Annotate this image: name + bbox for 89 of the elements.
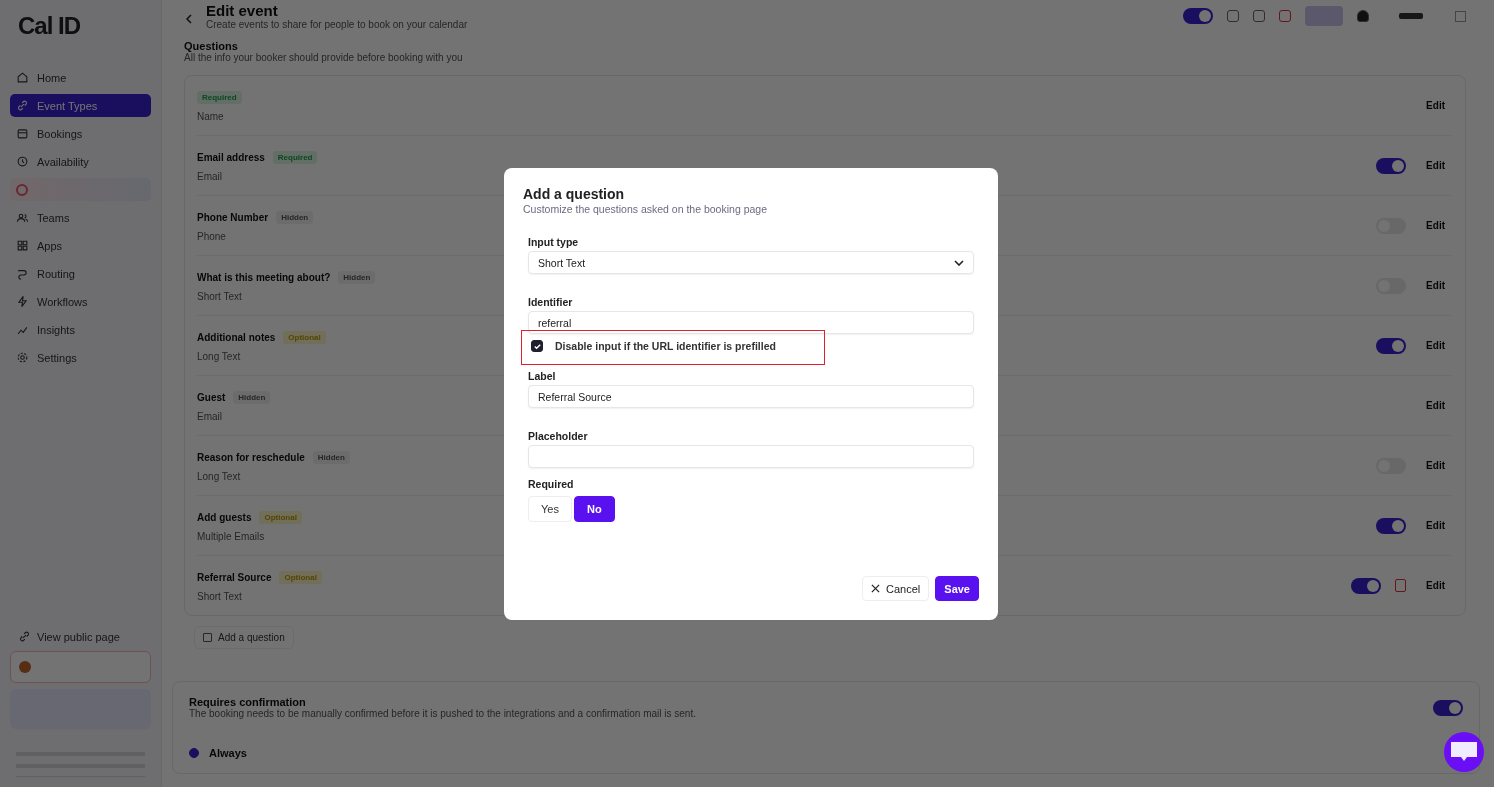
identifier-field[interactable]: referral — [528, 311, 974, 334]
section-description: The booking needs to be manually confirmed before it is pushed to the integrations and a confirmation mail is sent. — [189, 708, 696, 719]
section-description: All the info your booker should provide before booking with you — [184, 52, 464, 63]
toggle-switch[interactable] — [1433, 699, 1463, 716]
dialog-subtitle: Customize the questions asked on the booking page — [523, 203, 768, 215]
status-badge: Required — [272, 150, 318, 164]
nav-item[interactable]: Apps — [10, 234, 151, 257]
status-badge: Optional — [259, 510, 302, 524]
radio-button[interactable] — [189, 748, 199, 758]
nav-item[interactable]: Home — [10, 66, 151, 89]
page-subtitle: Create events to share for people to book on your calendar — [206, 19, 469, 30]
edit-button[interactable]: Edit — [1420, 396, 1451, 415]
question-label: Phone Number — [197, 211, 269, 223]
chevron-down-icon — [954, 259, 964, 266]
toggle-option[interactable]: No — [573, 496, 615, 522]
home-icon — [16, 71, 29, 84]
nav-item[interactable]: Insights — [10, 318, 151, 341]
option-label: Always — [209, 747, 247, 759]
status-badge: Required — [197, 90, 242, 104]
status-badge: Optional — [283, 330, 326, 344]
nav-item[interactable]: Bookings — [10, 122, 151, 145]
edit-button[interactable]: Edit — [1420, 276, 1451, 295]
question-label: Referral Source — [197, 571, 272, 583]
toggle-switch[interactable] — [1376, 337, 1407, 354]
edit-button[interactable]: Edit — [1420, 516, 1451, 535]
settings-icon — [16, 351, 29, 364]
route-icon — [16, 267, 29, 280]
nav-item[interactable]: Teams — [10, 206, 151, 229]
label-field[interactable]: Referral Source — [528, 385, 974, 408]
question-type: Short Text — [197, 591, 243, 602]
question-label: Guest — [197, 391, 226, 403]
edit-button[interactable]: Edit — [1420, 96, 1451, 115]
coin-icon — [19, 661, 31, 673]
question-label: Add guests — [197, 511, 252, 523]
page-title: Edit event — [206, 2, 279, 19]
status-badge: Hidden — [338, 270, 376, 284]
bolt-icon — [16, 295, 29, 308]
nav-item[interactable]: Routing — [10, 262, 151, 285]
question-label: Additional notes — [197, 331, 276, 343]
question-type: Name — [197, 111, 225, 122]
edit-button[interactable]: Edit — [1420, 576, 1451, 595]
edit-button[interactable]: Edit — [1420, 216, 1451, 235]
add-question-button[interactable]: Add a question — [194, 626, 294, 649]
toggle-switch[interactable] — [1351, 577, 1382, 594]
dialog-title: Add a question — [523, 186, 626, 202]
status-badge: Hidden — [233, 390, 271, 404]
field-label: Label — [528, 370, 557, 382]
toggle-switch[interactable] — [1183, 8, 1213, 24]
checkbox[interactable] — [531, 340, 543, 352]
edit-button[interactable]: Edit — [1420, 336, 1451, 355]
users-icon — [16, 211, 29, 224]
save-button[interactable]: Save — [935, 576, 979, 601]
toggle-switch[interactable] — [1376, 517, 1407, 534]
field-label: Required — [528, 478, 575, 490]
checkbox-label: Disable input if the URL identifier is prefilled — [555, 340, 776, 352]
nav-item[interactable]: Event Types — [10, 94, 151, 117]
nav-item[interactable]: Settings — [10, 346, 151, 369]
calendar-icon — [16, 127, 29, 140]
grid-icon — [16, 239, 29, 252]
question-type: Long Text — [197, 471, 242, 482]
input-type-dropdown[interactable]: Short Text — [528, 251, 974, 274]
question-type: Multiple Emails — [197, 531, 266, 542]
field-label: Identifier — [528, 296, 574, 308]
question-type: Email — [197, 411, 223, 422]
toggle-option[interactable]: Yes — [528, 496, 572, 522]
status-indicator — [1399, 13, 1423, 19]
section-title: Requires confirmation — [189, 696, 306, 708]
public-page-link[interactable]: View public page — [10, 630, 151, 651]
placeholder-field[interactable] — [528, 445, 974, 468]
app-logo: Cal ID — [17, 12, 81, 41]
question-label: What is this meeting about? — [197, 271, 331, 283]
question-type: Phone — [197, 231, 227, 242]
clock-icon — [16, 155, 29, 168]
question-label: Email address — [197, 151, 265, 163]
nav-item[interactable]: Workflows — [10, 290, 151, 313]
cancel-button[interactable]: Cancel — [862, 576, 930, 601]
edit-button[interactable]: Edit — [1420, 156, 1451, 175]
question-type: Long Text — [197, 351, 242, 362]
status-badge: Hidden — [312, 450, 350, 464]
field-label: Input type — [528, 236, 580, 248]
section-title: Questions — [184, 40, 239, 52]
nav-item[interactable]: Availability — [10, 150, 151, 173]
status-badge: Optional — [279, 570, 322, 584]
status-badge: Hidden — [276, 210, 314, 224]
field-label: Placeholder — [528, 430, 589, 442]
toggle-switch[interactable] — [1376, 157, 1407, 174]
edit-button[interactable]: Edit — [1420, 456, 1451, 475]
question-label: Reason for reschedule — [197, 451, 305, 463]
question-type: Email — [197, 171, 223, 182]
